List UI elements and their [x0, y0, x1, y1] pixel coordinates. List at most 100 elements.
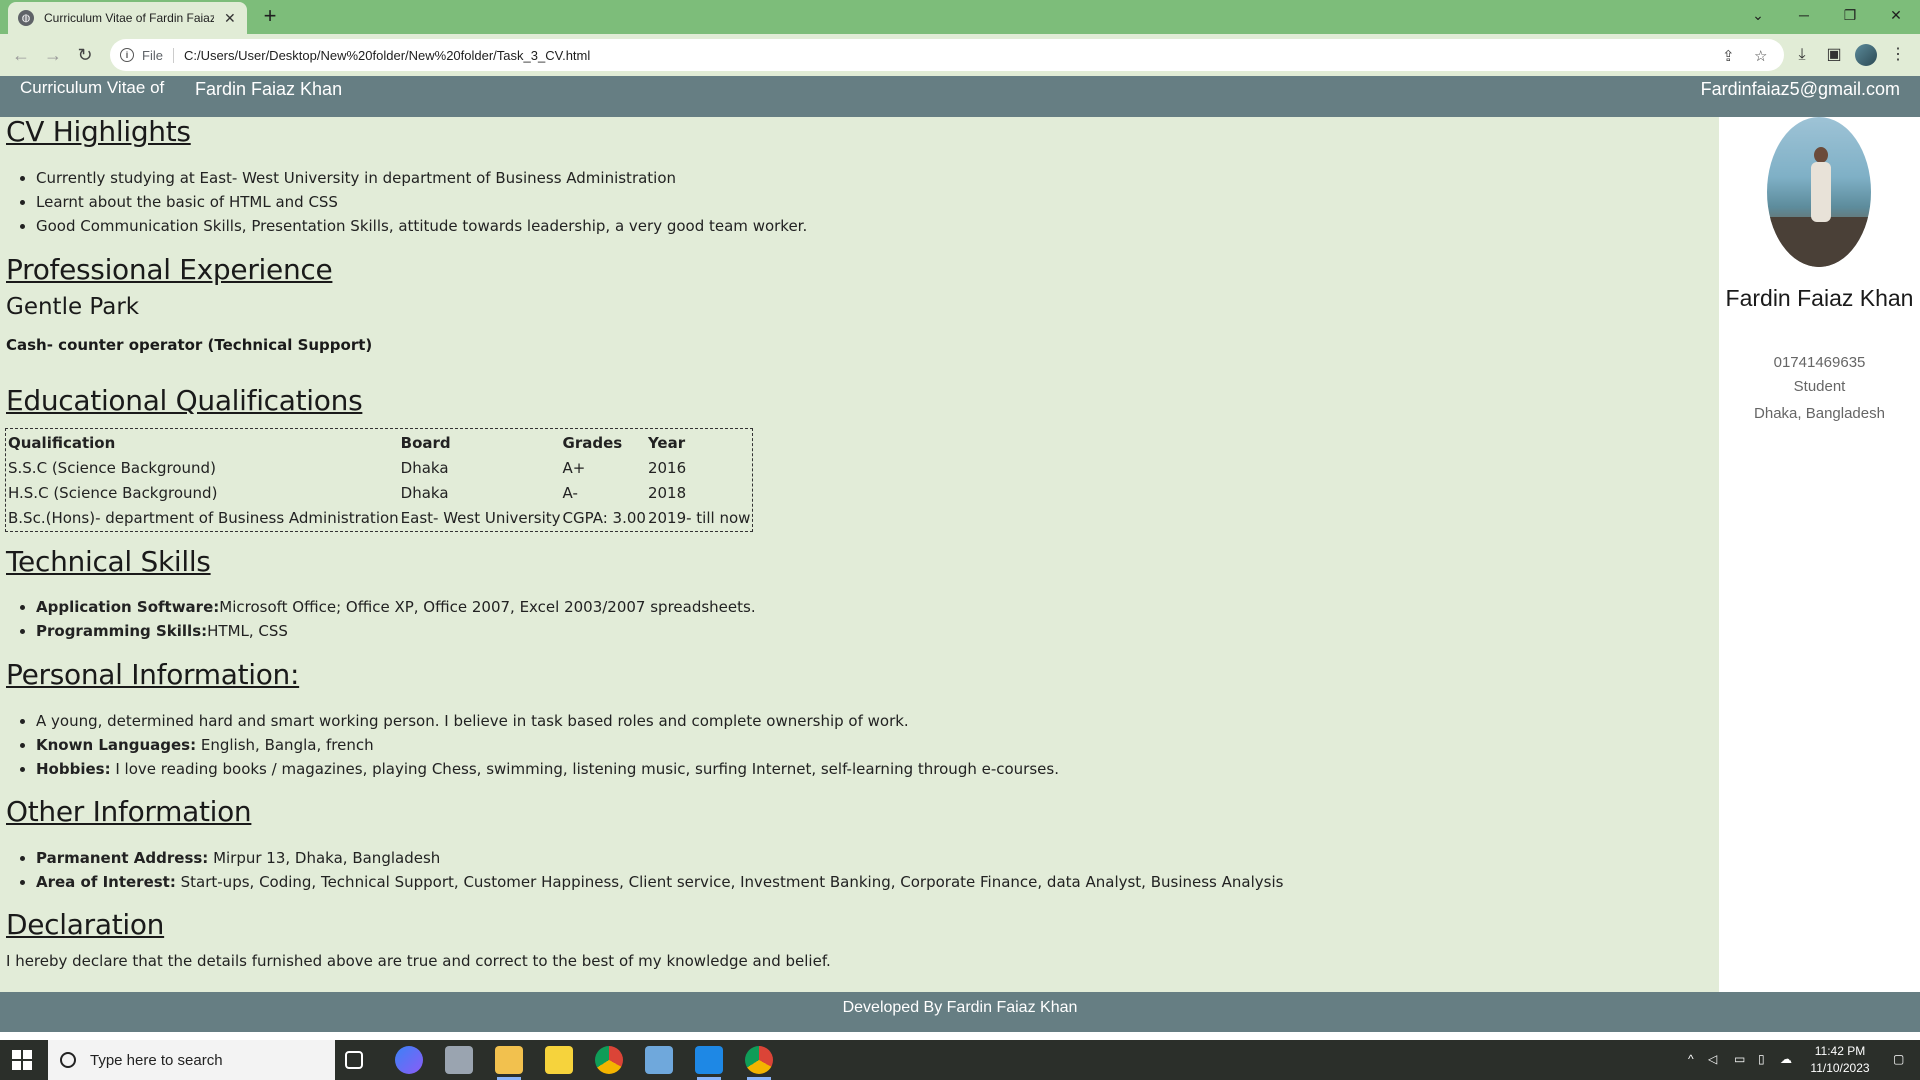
declaration-text: I hereby declare that the details furnis… — [6, 952, 831, 970]
download-icon[interactable]: ⤓ — [1790, 43, 1814, 67]
windows-taskbar: Type here to search ^ ◁ ▭ ▯ ☁ 11:42 PM 1… — [0, 1040, 1920, 1080]
clock-date: 11/10/2023 — [1810, 1061, 1870, 1075]
chrome-icon[interactable] — [595, 1046, 623, 1074]
list-item: Programming Skills:HTML, CSS — [36, 619, 756, 643]
forward-arrow-icon[interactable]: → — [41, 43, 65, 67]
list-item: Area of Interest: Start-ups, Coding, Tec… — [36, 870, 1283, 894]
minimize-button[interactable]: ─ — [1781, 0, 1827, 30]
url-scheme-label: File — [142, 47, 174, 63]
column-header: Qualification — [8, 433, 116, 452]
education-table: Qualification Board Grades Year S.S.C (S… — [5, 428, 754, 532]
file-explorer-icon[interactable] — [495, 1046, 523, 1080]
info-label: Area of Interest: — [36, 873, 176, 891]
skill-label: Programming Skills: — [36, 622, 208, 640]
header-title: Curriculum Vitae of — [20, 78, 165, 97]
app-icon[interactable] — [445, 1046, 473, 1074]
table-cell: 2016 — [647, 458, 687, 477]
sidebar-location: Dhaka, Bangladesh — [1754, 405, 1885, 422]
footer-text: Developed By Fardin Faiaz Khan — [842, 999, 1078, 1016]
table-cell: A- — [562, 483, 578, 502]
copilot-icon[interactable] — [395, 1046, 423, 1074]
profile-avatar-icon[interactable] — [1855, 44, 1877, 66]
table-row: S.S.C (Science Background) Dhaka A+ 2016 — [8, 456, 750, 479]
globe-icon: ◍ — [18, 10, 34, 26]
table-cell: Dhaka — [400, 458, 449, 477]
table-cell: CGPA: 3.00 — [562, 508, 646, 527]
side-panel-icon[interactable]: ▣ — [1822, 43, 1846, 67]
highlights-heading: CV Highlights — [6, 115, 191, 148]
url-text[interactable]: C:/Users/User/Desktop/New%20folder/New%2… — [184, 48, 590, 63]
menu-dots-icon[interactable]: ⋮ — [1886, 43, 1910, 67]
notepad-icon[interactable] — [645, 1046, 673, 1074]
list-item: Good Communication Skills, Presentation … — [36, 214, 807, 238]
taskbar-search-box[interactable]: Type here to search — [48, 1040, 335, 1080]
new-tab-button[interactable]: + — [258, 5, 282, 29]
list-item: Known Languages: English, Bangla, french — [36, 733, 1059, 757]
declaration-heading: Declaration — [6, 908, 165, 941]
sidebar-status: Student — [1793, 378, 1846, 395]
education-heading: Educational Qualifications — [6, 384, 363, 417]
table-header-row: Qualification Board Grades Year — [8, 431, 750, 454]
technical-list: Application Software:Microsoft Office; O… — [36, 595, 756, 643]
windows-start-icon[interactable] — [12, 1050, 32, 1070]
job-role: Cash- counter operator (Technical Suppor… — [6, 336, 373, 354]
table-cell: 2019- till now — [647, 508, 751, 527]
experience-heading: Professional Experience — [6, 253, 333, 286]
vscode-icon[interactable] — [695, 1046, 723, 1080]
list-item: Learnt about the basic of HTML and CSS — [36, 190, 807, 214]
tab-title: Curriculum Vitae of Fardin Faiaz Khan — [44, 11, 214, 25]
notification-icon[interactable]: ▢ — [1893, 1052, 1904, 1066]
chrome-active-icon[interactable] — [745, 1046, 773, 1080]
column-header: Board — [400, 433, 451, 452]
onedrive-icon[interactable]: ☁ — [1780, 1052, 1792, 1066]
tab-search-chevron-icon[interactable]: ⌄ — [1735, 0, 1781, 30]
list-item: Currently studying at East- West Univers… — [36, 166, 807, 190]
header-email: Fardinfaiaz5@gmail.com — [1700, 79, 1900, 99]
skill-value: HTML, CSS — [207, 622, 288, 640]
clock-time: 11:42 PM — [1814, 1044, 1866, 1058]
personal-list: A young, determined hard and smart worki… — [36, 709, 1059, 781]
share-icon[interactable]: ⇪ — [1722, 47, 1735, 65]
page-footer: Developed By Fardin Faiaz Khan — [0, 992, 1920, 1032]
table-cell: East- West University — [400, 508, 561, 527]
battery-icon[interactable]: ▯ — [1758, 1052, 1765, 1066]
restore-button[interactable]: ❐ — [1827, 0, 1873, 30]
personal-heading: Personal Information: — [6, 658, 300, 691]
web-page: Curriculum Vitae of Fardin Faiaz Khan Fa… — [0, 76, 1920, 1040]
network-icon[interactable]: ▭ — [1734, 1052, 1745, 1066]
table-row: B.Sc.(Hons)- department of Business Admi… — [8, 506, 750, 529]
column-header: Year — [647, 433, 686, 452]
sticky-notes-icon[interactable] — [545, 1046, 573, 1074]
table-cell: A+ — [562, 458, 586, 477]
table-cell: 2018 — [647, 483, 687, 502]
sidebar-name: Fardin Faiaz Khan — [1725, 285, 1914, 311]
info-value: Mirpur 13, Dhaka, Bangladesh — [208, 849, 441, 867]
search-icon — [60, 1052, 76, 1068]
address-bar[interactable]: i File C:/Users/User/Desktop/New%20folde… — [110, 39, 1784, 71]
skill-label: Application Software: — [36, 598, 220, 616]
info-label: Parmanent Address: — [36, 849, 209, 867]
back-arrow-icon[interactable]: ← — [9, 43, 33, 67]
tray-chevron-icon[interactable]: ^ — [1688, 1052, 1694, 1066]
volume-icon[interactable]: ◁ — [1708, 1052, 1717, 1066]
other-heading: Other Information — [6, 795, 252, 828]
list-item: Hobbies: I love reading books / magazine… — [36, 757, 1059, 781]
column-header: Grades — [562, 433, 623, 452]
profile-photo — [1767, 117, 1871, 267]
sidebar-phone: 01741469635 — [1773, 354, 1866, 371]
browser-toolbar: ← → ↻ i File C:/Users/User/Desktop/New%2… — [0, 34, 1920, 76]
window-close-button[interactable]: ✕ — [1873, 0, 1919, 30]
other-list: Parmanent Address: Mirpur 13, Dhaka, Ban… — [36, 846, 1283, 894]
taskbar-clock[interactable]: 11:42 PM 11/10/2023 — [1800, 1043, 1880, 1077]
profile-sidebar: Fardin Faiaz Khan 01741469635 Student Dh… — [1719, 117, 1920, 992]
bookmark-star-icon[interactable]: ☆ — [1754, 47, 1767, 65]
table-cell: B.Sc.(Hons)- department of Business Admi… — [8, 508, 399, 527]
list-item: Application Software:Microsoft Office; O… — [36, 595, 756, 619]
info-icon[interactable]: i — [120, 48, 134, 62]
list-item: A young, determined hard and smart worki… — [36, 709, 1059, 733]
close-icon[interactable]: ✕ — [224, 10, 236, 27]
browser-tab[interactable]: ◍ Curriculum Vitae of Fardin Faiaz Khan … — [8, 2, 247, 34]
task-view-icon[interactable] — [345, 1051, 363, 1069]
info-value: Start-ups, Coding, Technical Support, Cu… — [175, 873, 1284, 891]
reload-icon[interactable]: ↻ — [73, 43, 97, 67]
